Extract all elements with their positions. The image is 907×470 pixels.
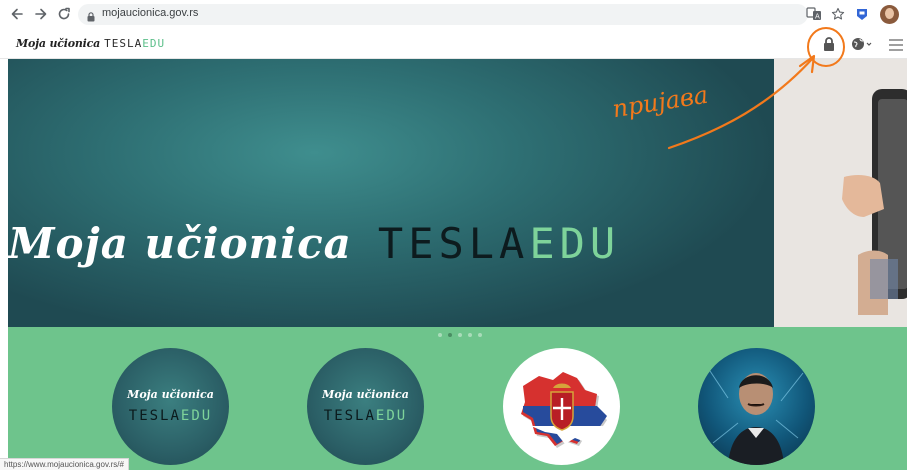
forward-icon[interactable]: [32, 5, 50, 23]
page: mojaucionica.gov.rs A Moja učionica ТESL…: [0, 0, 907, 470]
hero-side-photo: [774, 59, 907, 327]
slider-dot[interactable]: [478, 333, 482, 337]
translate-icon[interactable]: A: [805, 5, 823, 23]
card-tesla-text: ТESLAEDU: [323, 408, 408, 424]
hero-title-edu: EDU: [529, 219, 621, 268]
site-logo[interactable]: Moja učionica ТESLA EDU: [16, 37, 165, 50]
svg-text:A: A: [815, 13, 820, 21]
globe-icon[interactable]: [851, 37, 873, 51]
secure-lock-icon: [87, 9, 95, 27]
serbia-map-image: [521, 372, 607, 448]
logo-tesla-text: ТESLA: [104, 37, 143, 50]
profile-avatar[interactable]: [880, 5, 899, 24]
extension-icon[interactable]: [853, 5, 871, 23]
hero-title: Moja učionica ТESLA EDU: [8, 219, 620, 268]
slider-dot-active[interactable]: [448, 333, 452, 337]
browser-status-url: https://www.mojaucionica.gov.rs/#: [0, 458, 129, 470]
reload-icon[interactable]: [55, 5, 73, 23]
card-moja-text: Moja učionica: [322, 388, 409, 401]
star-icon[interactable]: [829, 5, 847, 23]
tesla-portrait-image: [707, 367, 804, 465]
hamburger-menu-icon[interactable]: [888, 38, 904, 51]
card-tesla-text: ТESLAEDU: [128, 408, 213, 424]
slider-dot[interactable]: [458, 333, 462, 337]
slider-dot[interactable]: [468, 333, 472, 337]
lock-icon[interactable]: [821, 36, 837, 52]
hero-title-moja: Moja učionica: [8, 219, 352, 268]
logo-moja-text: Moja učionica: [16, 37, 101, 50]
card-moja-ucionica-2[interactable]: Moja učionica ТESLAEDU: [307, 348, 424, 465]
hero-title-tesla: ТESLA: [377, 219, 530, 268]
browser-toolbar: mojaucionica.gov.rs A: [0, 0, 907, 29]
slider-dot[interactable]: [438, 333, 442, 337]
hero-slider[interactable]: Moja učionica ТESLA EDU: [8, 59, 774, 327]
card-moja-text: Moja učionica: [127, 388, 214, 401]
address-bar[interactable]: mojaucionica.gov.rs: [78, 4, 808, 25]
card-moja-ucionica-1[interactable]: Moja učionica ТESLAEDU: [112, 348, 229, 465]
card-nikola-tesla[interactable]: [698, 348, 815, 465]
site-header: Moja učionica ТESLA EDU: [0, 29, 907, 59]
back-icon[interactable]: [8, 5, 26, 23]
card-serbia-map[interactable]: [503, 348, 620, 465]
logo-edu-text: EDU: [142, 37, 166, 50]
slider-pagination: [438, 333, 482, 337]
address-url: mojaucionica.gov.rs: [102, 7, 199, 19]
